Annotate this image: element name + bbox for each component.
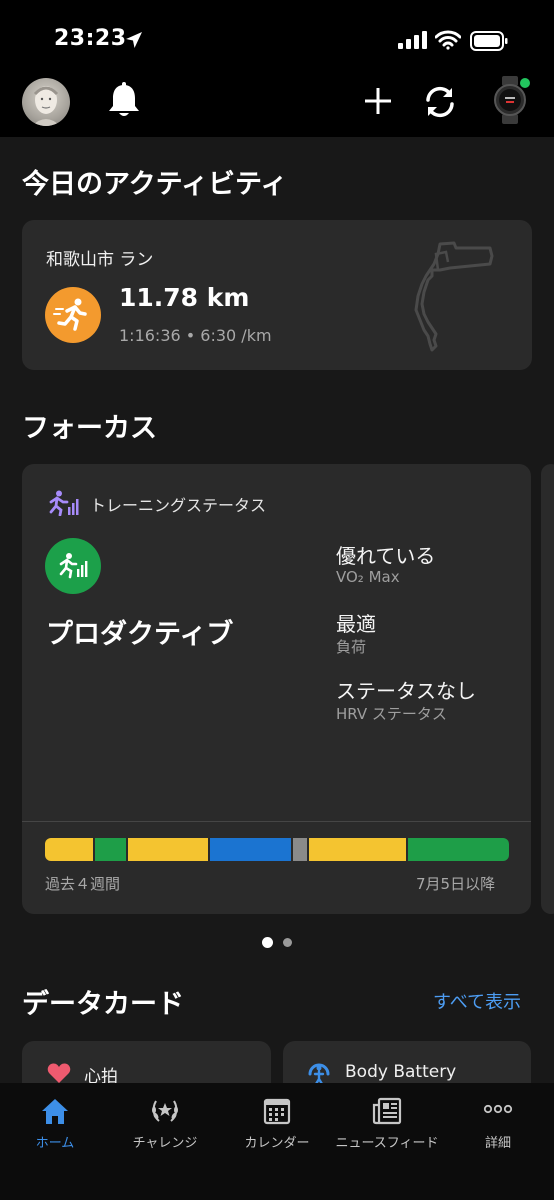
route-map-icon bbox=[414, 241, 494, 352]
body-battery-icon bbox=[308, 1063, 330, 1086]
run-activity-badge bbox=[45, 287, 101, 343]
history-since-label: 7月5日以降 bbox=[416, 875, 496, 893]
tab-label-home: ホーム bbox=[35, 1136, 75, 1151]
pager-dot[interactable] bbox=[283, 938, 292, 947]
status-time: 23:23 bbox=[54, 26, 127, 51]
training-status-history-bar bbox=[45, 838, 509, 861]
load-value: 最適 bbox=[336, 612, 376, 636]
training-status-value: プロダクティブ bbox=[46, 619, 234, 650]
data-cards-section-title: データカード bbox=[22, 989, 184, 1020]
device-watch-icon[interactable] bbox=[492, 76, 532, 124]
training-status-badge-icon bbox=[59, 553, 88, 579]
card-divider bbox=[22, 821, 531, 822]
history-segment bbox=[408, 838, 509, 861]
history-segment bbox=[95, 838, 126, 861]
vo2max-value: 優れている bbox=[336, 544, 436, 568]
history-period-label: 過去４週間 bbox=[45, 875, 121, 893]
tab-label-newsfeed: ニュースフィード bbox=[335, 1136, 439, 1151]
hrv-status-label: HRV ステータス bbox=[336, 705, 447, 723]
laurel-icon bbox=[152, 1100, 178, 1122]
load-label: 負荷 bbox=[336, 638, 367, 656]
avatar-face-icon bbox=[32, 86, 60, 126]
calendar-icon bbox=[263, 1098, 291, 1125]
hrv-status-value: ステータスなし bbox=[336, 679, 476, 703]
see-all-link[interactable]: すべて表示 bbox=[433, 988, 521, 1014]
history-segment bbox=[292, 838, 307, 861]
battery-icon bbox=[470, 31, 508, 51]
home-icon bbox=[42, 1099, 68, 1124]
history-segment bbox=[45, 838, 94, 861]
notifications-bell-icon[interactable] bbox=[106, 82, 142, 120]
activity-distance: 11.78 km bbox=[119, 283, 250, 312]
activity-details: 1:16:36 • 6:30 /km bbox=[119, 326, 272, 345]
next-focus-card-peek[interactable] bbox=[541, 464, 554, 914]
app-header bbox=[0, 0, 554, 137]
cellular-signal-icon bbox=[398, 31, 427, 49]
productive-status-badge bbox=[45, 538, 101, 594]
history-segment bbox=[127, 838, 209, 861]
vo2max-label: VO₂ Max bbox=[336, 568, 400, 586]
activity-section-title: 今日のアクティビティ bbox=[22, 169, 288, 200]
add-icon[interactable] bbox=[364, 87, 392, 115]
training-status-icon bbox=[49, 490, 79, 516]
tab-label-calendar: カレンダー bbox=[244, 1136, 310, 1151]
wifi-icon bbox=[435, 30, 461, 50]
training-status-header: トレーニングステータス bbox=[90, 496, 267, 515]
running-icon bbox=[53, 298, 87, 331]
activity-title: 和歌山市 ラン bbox=[46, 250, 154, 270]
avatar[interactable] bbox=[22, 78, 70, 126]
history-segment bbox=[210, 838, 291, 861]
newsfeed-icon bbox=[372, 1097, 402, 1125]
sync-icon[interactable] bbox=[422, 84, 458, 120]
history-segment bbox=[308, 838, 407, 861]
tab-label-challenges: チャレンジ bbox=[132, 1136, 198, 1151]
heart-icon bbox=[47, 1063, 71, 1083]
pager-dot-active[interactable] bbox=[262, 937, 273, 948]
body-battery-label: Body Battery bbox=[345, 1062, 457, 1082]
location-arrow-icon bbox=[126, 32, 142, 48]
focus-section-title: フォーカス bbox=[22, 413, 157, 444]
more-icon bbox=[483, 1104, 513, 1114]
tab-label-more: 詳細 bbox=[484, 1136, 511, 1151]
